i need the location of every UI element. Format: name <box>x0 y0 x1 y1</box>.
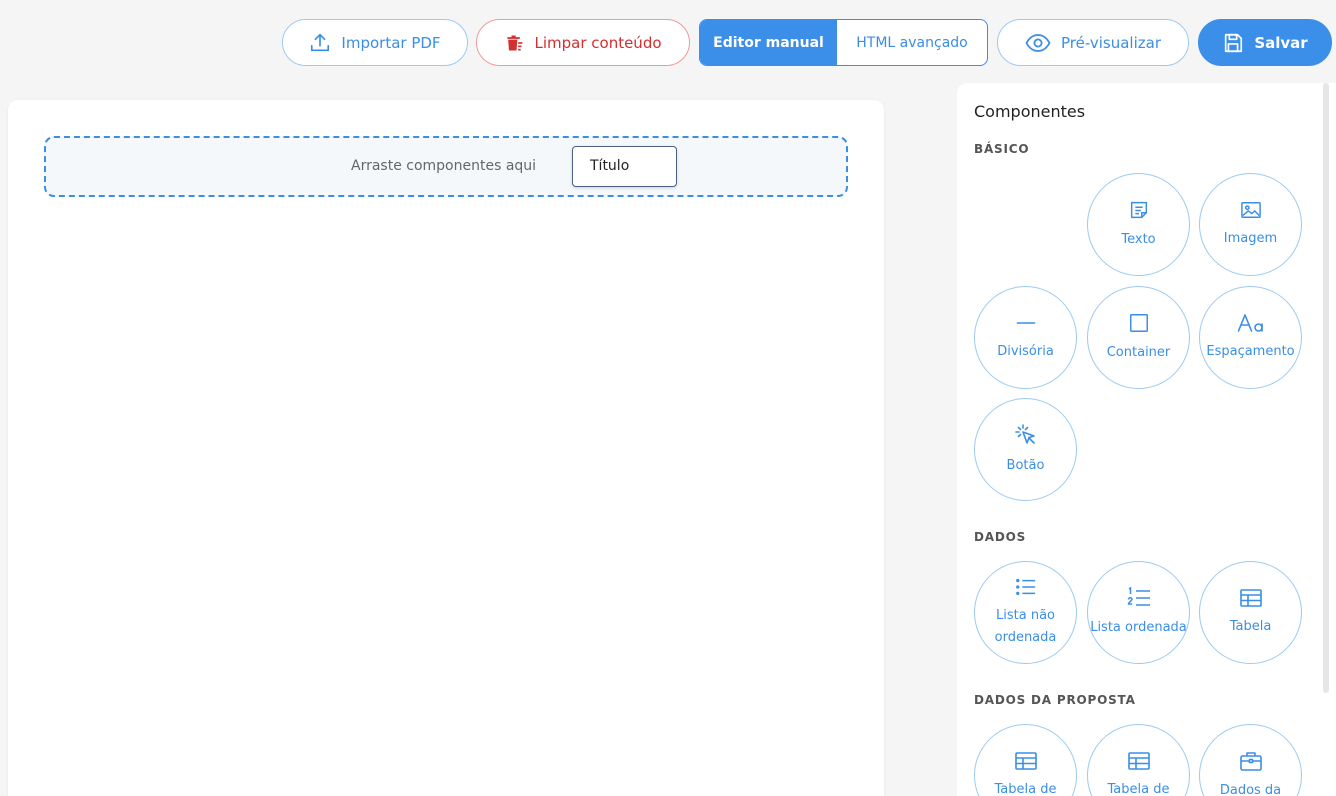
drop-hint: Arraste componentes aqui <box>351 158 537 174</box>
table-icon <box>1014 751 1037 770</box>
container-icon <box>1129 313 1148 332</box>
advanced-html-tab[interactable]: HTML avançado <box>837 20 987 65</box>
component-label: Divisória <box>997 343 1054 359</box>
section-label-data: DADOS <box>974 530 1027 544</box>
component-table-proposal-2[interactable]: Tabela de <box>1087 724 1190 796</box>
component-unordered-list[interactable]: Lista não ordenada <box>974 561 1077 664</box>
component-label: Lista não ordenada <box>994 607 1057 645</box>
component-table-proposal-1[interactable]: Tabela de <box>974 724 1077 796</box>
preview-button[interactable]: Pré-visualizar <box>997 19 1189 66</box>
component-label: Espaçamento <box>1206 343 1295 359</box>
component-container[interactable]: Container <box>1087 286 1190 389</box>
panel-scrollbar[interactable] <box>1323 83 1329 693</box>
cursor-click-icon <box>1014 423 1035 444</box>
toolbar: Importar PDF Limpar conteúdo Editor manu… <box>0 19 1336 66</box>
editor-mode-toggle: Editor manual HTML avançado <box>699 19 988 66</box>
eye-icon <box>1025 33 1051 52</box>
component-ordered-list[interactable]: Lista ordenada <box>1087 561 1190 664</box>
drop-zone[interactable]: Arraste componentes aqui Título <box>44 136 848 197</box>
editor-canvas[interactable]: Arraste componentes aqui Título <box>8 100 884 796</box>
save-icon <box>1225 33 1243 52</box>
upload-icon <box>311 33 330 51</box>
component-label: Tabela <box>1229 618 1272 634</box>
image-icon <box>1240 201 1261 218</box>
table-icon <box>1127 751 1150 770</box>
briefcase-icon <box>1239 751 1262 771</box>
import-pdf-button[interactable]: Importar PDF <box>282 19 468 66</box>
component-table[interactable]: Tabela <box>1199 561 1302 664</box>
dragging-component-chip[interactable]: Título <box>572 146 677 187</box>
component-label: Tabela de <box>994 781 1057 796</box>
save-button[interactable]: Salvar <box>1198 19 1332 66</box>
preview-label: Pré-visualizar <box>1061 33 1161 52</box>
typography-icon <box>1237 313 1263 332</box>
component-image[interactable]: Imagem <box>1199 173 1302 276</box>
trash-icon <box>507 35 523 50</box>
component-text[interactable]: Texto <box>1087 173 1190 276</box>
component-proposal-data[interactable]: Dados da <box>1199 724 1302 796</box>
text-icon <box>1130 201 1147 218</box>
component-label: Tabela de <box>1107 781 1170 796</box>
save-label: Salvar <box>1254 33 1308 52</box>
component-label: Botão <box>1006 457 1045 473</box>
manual-editor-tab[interactable]: Editor manual <box>700 20 837 65</box>
component-button[interactable]: Botão <box>974 398 1077 501</box>
component-spacing[interactable]: Espaçamento <box>1199 286 1302 389</box>
panel-title: Componentes <box>974 102 1086 121</box>
unordered-list-icon <box>1015 578 1035 595</box>
component-divider[interactable]: Divisória <box>974 286 1077 389</box>
section-label-basic: BÁSICO <box>974 142 1030 156</box>
clear-content-button[interactable]: Limpar conteúdo <box>476 19 690 66</box>
import-pdf-label: Importar PDF <box>341 33 441 52</box>
component-label: Dados da <box>1219 782 1282 796</box>
component-label: Container <box>1106 344 1171 360</box>
component-label: Imagem <box>1223 230 1278 246</box>
divider-icon <box>1016 321 1035 324</box>
table-icon <box>1239 588 1262 607</box>
component-label: Texto <box>1121 231 1156 247</box>
components-panel: Componentes BÁSICO Texto Imagem Divisóri… <box>957 83 1336 796</box>
clear-content-label: Limpar conteúdo <box>534 33 662 52</box>
section-label-proposal-data: DADOS DA PROPOSTA <box>974 693 1136 707</box>
component-label: Lista ordenada <box>1090 619 1187 635</box>
ordered-list-icon <box>1127 586 1150 606</box>
